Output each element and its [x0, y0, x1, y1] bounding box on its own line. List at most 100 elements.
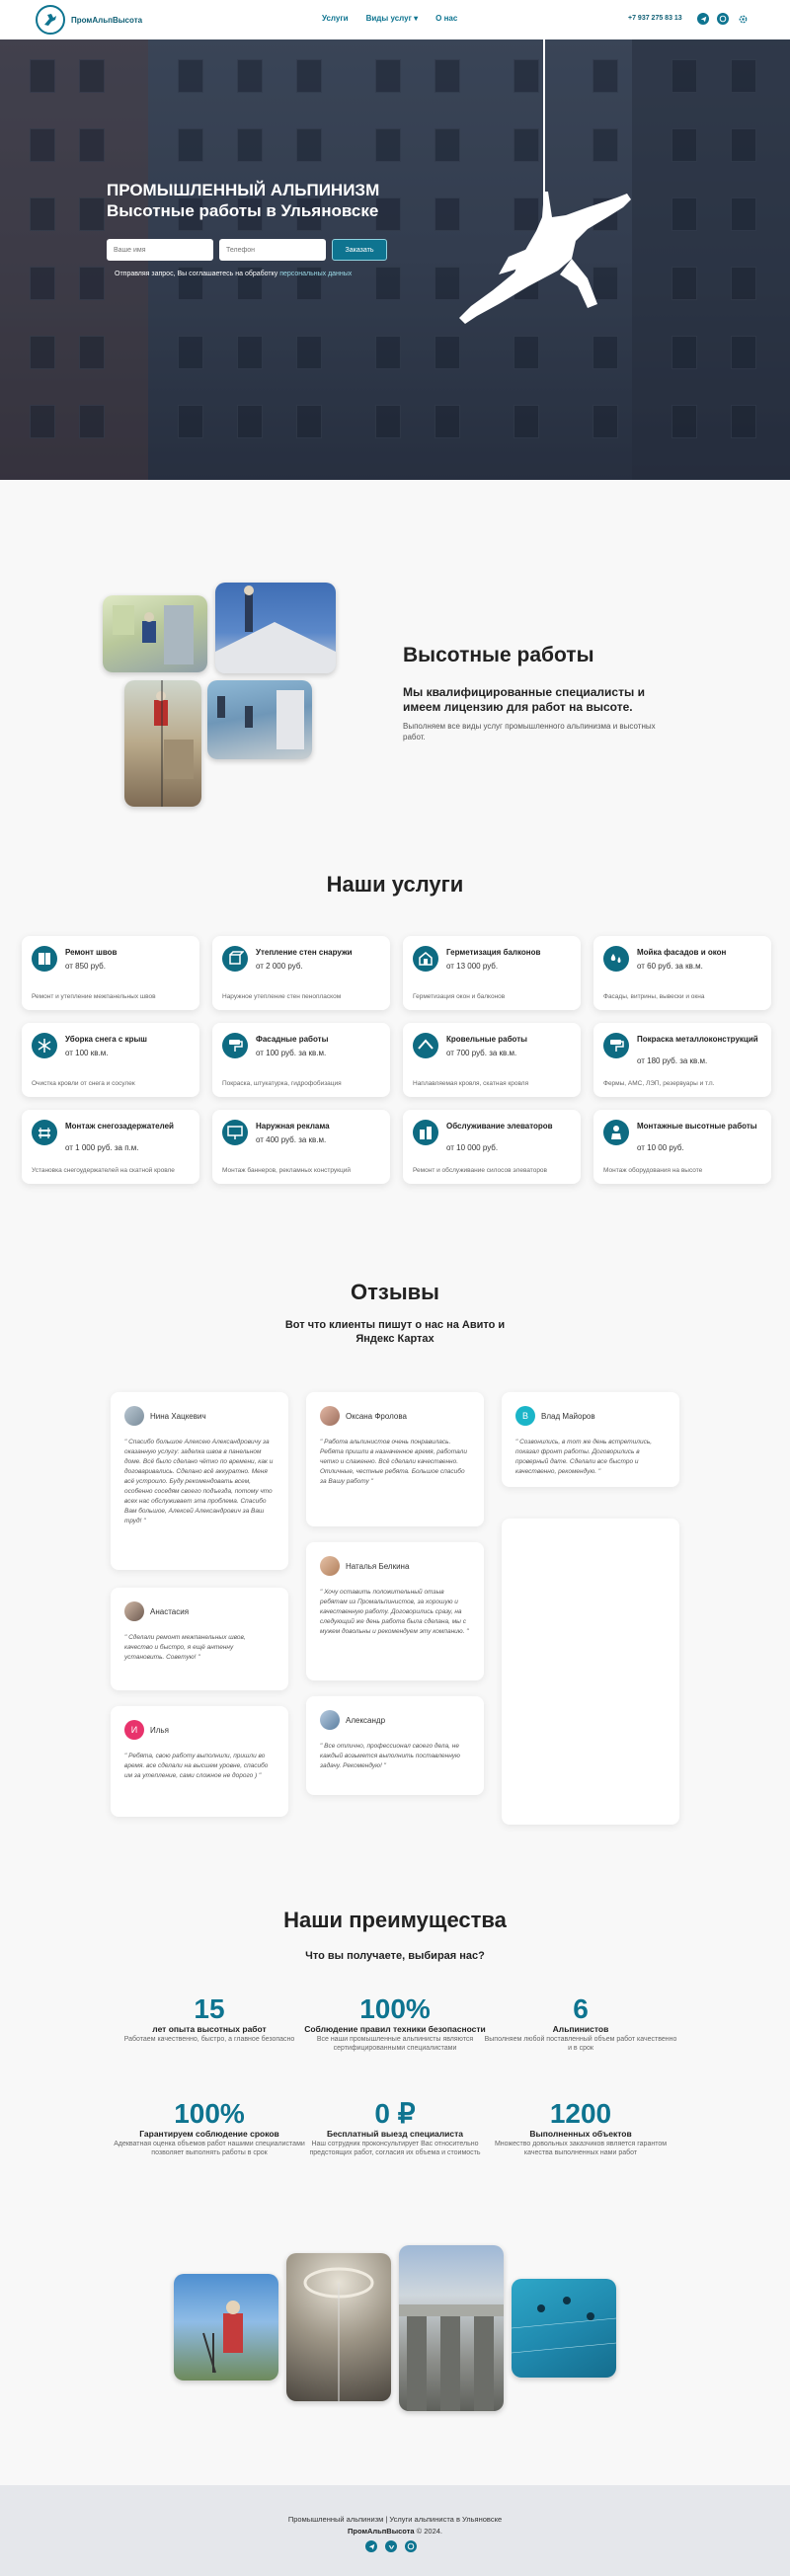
service-card[interactable]: Монтажные высотные работы от 10 00 руб. Мо… [593, 1110, 771, 1184]
nav-about[interactable]: О нас [435, 14, 457, 23]
reviews-subtitle: Вот что клиенты пишут о нас на Авито и Я… [284, 1319, 506, 1345]
service-name: Утепление стен снаружи [256, 948, 353, 957]
service-name: Монтажные высотные работы [637, 1122, 757, 1131]
main-nav: Услуги Виды услуг ▾ О нас [322, 14, 457, 23]
consent-text: Отправляя запрос, Вы соглашаетесь на обр… [115, 271, 280, 277]
review-card: И Илья " Ребята, свою работу выполнили, п… [111, 1706, 288, 1817]
advantage-title: Бесплатный выезд специалиста [326, 2129, 464, 2139]
nav-services[interactable]: Услуги [322, 14, 349, 23]
footer-year: © 2024. [414, 2527, 443, 2536]
advantage-item: 0 ₽ Бесплатный выезд специалиста Наш сотру… [296, 2099, 494, 2157]
review-card: Александр " Все отлично, профессионал св… [306, 1696, 484, 1795]
review-text: " Ребята, свою работу выполнили, пришли … [124, 1753, 269, 1779]
settings-gear-icon[interactable] [737, 13, 749, 25]
service-card[interactable]: Покраска металлоконструкций от 180 руб. з… [593, 1023, 771, 1097]
advantage-title: Соблюдение правил техники безопасности [304, 2024, 486, 2034]
consent-note: Отправляя запрос, Вы соглашаетесь на обр… [115, 271, 352, 277]
avatar [124, 1601, 144, 1621]
drops-icon [603, 946, 629, 972]
service-name: Ремонт швов [65, 948, 118, 957]
phone-number[interactable]: +7 937 275 83 13 [628, 15, 682, 22]
paint-roller-icon [603, 1033, 629, 1058]
service-name: Кровельные работы [446, 1035, 527, 1044]
privacy-link[interactable]: персональных данных [279, 271, 352, 277]
service-card[interactable]: Мойка фасадов и окон от 60 руб. за кв.м. Ф… [593, 936, 771, 1010]
service-price: от 850 руб. [65, 962, 106, 971]
order-button[interactable]: Заказать [332, 239, 387, 261]
review-text: " Спасибо большое Алексею Александровичу… [124, 1439, 274, 1524]
roof-icon [413, 1033, 438, 1058]
service-description: Ремонт и утепление межпанельных швов [32, 993, 156, 1000]
photo-wall-climber [124, 680, 201, 807]
service-description: Покраска, штукатурка, гидрофобизация [222, 1080, 342, 1087]
whatsapp-icon[interactable] [717, 13, 729, 25]
advantage-description: Адекватная оценка объемов работ нашими с… [114, 2141, 305, 2156]
service-name: Покраска металлоконструкций [637, 1035, 758, 1044]
service-card[interactable]: Кровельные работы от 700 руб. за кв.м. Нап… [403, 1023, 581, 1097]
reviewer-name: Александр [346, 1715, 386, 1725]
service-price: от 60 руб. за кв.м. [637, 962, 703, 971]
advantage-description: Наш сотрудник проконсультирует Вас относ… [309, 2141, 481, 2156]
phone-input[interactable] [219, 239, 326, 261]
photo-silo-interior [286, 2253, 391, 2401]
footer-icons [365, 2540, 417, 2552]
review-card: Оксана Фролова " Работа альпинистов очен… [306, 1392, 484, 1526]
about-text: Выполняем все виды услуг промышленного а… [403, 722, 656, 742]
nav-service-types[interactable]: Виды услуг ▾ [366, 14, 419, 23]
service-card[interactable]: Наружная реклама от 400 руб. за кв.м. Монт… [212, 1110, 390, 1184]
service-description: Наружное утепление стен пенопласком [222, 993, 342, 1000]
review-card: В Влад Майоров " Созвонились, в тот же де… [502, 1392, 679, 1487]
vk-icon[interactable] [385, 2540, 397, 2552]
photo-surveyor [174, 2274, 278, 2381]
avatar [320, 1406, 340, 1426]
climber-logo-icon [36, 5, 65, 35]
whatsapp-icon[interactable] [405, 2540, 417, 2552]
reviewer-name: Анастасия [150, 1606, 190, 1616]
service-card[interactable]: Утепление стен снаружи от 2 000 руб. Наруж… [212, 936, 390, 1010]
service-price: от 2 000 руб. [256, 962, 303, 971]
building-icon [413, 946, 438, 972]
advantage-number: 0 ₽ [374, 2098, 416, 2129]
review-text: " Сделали ремонт межпанельных швов, каче… [124, 1634, 246, 1661]
advantage-title: Выполненных объектов [529, 2129, 632, 2139]
advantage-description: Работаем качественно, быстро, а главное … [123, 2036, 295, 2043]
advantage-number: 15 [194, 1993, 225, 2024]
service-price: от 180 руб. за кв.м. [637, 1056, 708, 1065]
photo-dam-climbers [399, 2245, 504, 2411]
service-description: Монтаж оборудования на высоте [603, 1167, 703, 1174]
reviewer-name: Влад Майоров [541, 1411, 595, 1421]
name-input[interactable] [107, 239, 213, 261]
about-title: Высотные работы [403, 644, 594, 666]
telegram-icon[interactable] [697, 13, 709, 25]
photo-facade-worker [103, 595, 207, 672]
reviewer-name: Наталья Белкина [346, 1561, 410, 1571]
photo-glass-climbers [207, 680, 312, 759]
panel-icon [32, 946, 57, 972]
reviewer-name: Оксана Фролова [346, 1411, 407, 1421]
service-card[interactable]: Уборка снега с крыш от 100 кв.м. Очистка к… [22, 1023, 199, 1097]
worker-icon [603, 1120, 629, 1145]
service-name: Мойка фасадов и окон [637, 948, 727, 957]
service-price: от 400 руб. за кв.м. [256, 1135, 327, 1144]
logo-text: ПромАльпВысота [71, 15, 143, 25]
hero-section: ПРОМЫШЛЕННЫЙ АЛЬПИНИЗМ Высотные работы в… [0, 39, 790, 480]
service-name: Монтаж снегозадержателей [65, 1122, 174, 1131]
photo-balcony-climber [215, 583, 336, 673]
service-description: Очистка кровли от снега и сосулек [32, 1080, 135, 1087]
service-card[interactable]: Ремонт швов от 850 руб. Ремонт и утепление… [22, 936, 199, 1010]
advantage-title: Гарантируем соблюдение сроков [139, 2129, 279, 2139]
service-card[interactable]: Монтаж снегозадержателей от 1 000 руб. за… [22, 1110, 199, 1184]
avatar [320, 1710, 340, 1730]
advantage-description: Все наши промышленные альпинисты являютс… [316, 2036, 474, 2052]
logo[interactable]: ПромАльпВысота [36, 5, 142, 35]
review-text: " Работа альпинистов очень понравилась. … [320, 1439, 467, 1485]
services-title: Наши услуги [326, 872, 464, 897]
advantage-item: 100% Соблюдение правил техники безопаснос… [296, 1994, 494, 2053]
service-card[interactable]: Обслуживание элеваторов от 10 000 руб. Рем… [403, 1110, 581, 1184]
telegram-icon[interactable] [365, 2540, 377, 2552]
service-description: Установка снегоудержателей на скатной кр… [32, 1167, 175, 1174]
service-price: от 100 кв.м. [65, 1049, 109, 1057]
service-price: от 1 000 руб. за п.м. [65, 1143, 139, 1152]
service-card[interactable]: Фасадные работы от 100 руб. за кв.м. Покра… [212, 1023, 390, 1097]
service-card[interactable]: Герметизация балконов от 13 000 руб. Герме… [403, 936, 581, 1010]
